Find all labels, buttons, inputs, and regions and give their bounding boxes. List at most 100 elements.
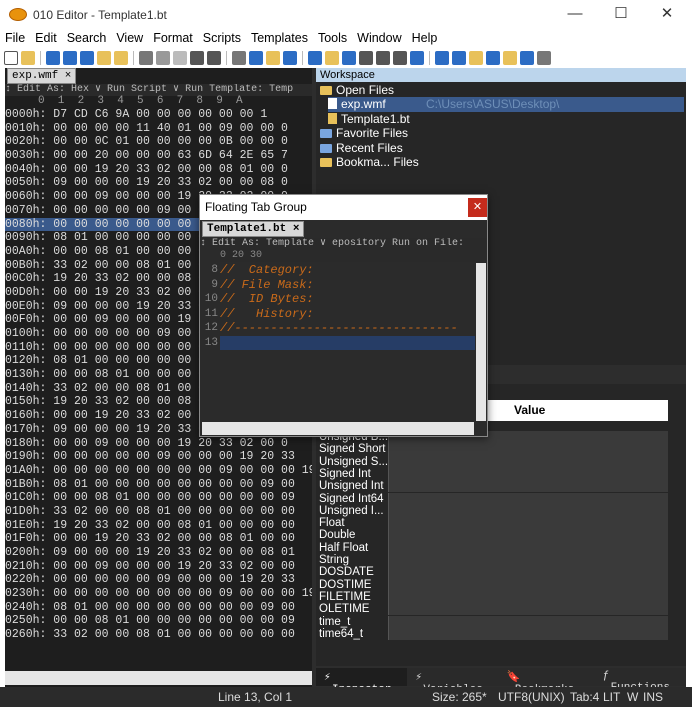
inspector-value-cell[interactable] bbox=[388, 504, 668, 518]
goto-icon[interactable] bbox=[283, 50, 297, 65]
hex-row[interactable]: 01D0h: 33 02 00 00 08 01 00 00 00 00 00 … bbox=[5, 505, 312, 519]
code-line[interactable]: // File Mask: bbox=[220, 278, 475, 293]
inspector-value-cell[interactable] bbox=[388, 578, 668, 591]
tab-exp-wmf[interactable]: exp.wmf × bbox=[7, 68, 77, 84]
inspector-row[interactable]: FILETIME bbox=[316, 590, 668, 604]
inspector-row[interactable]: Unsigned I... bbox=[316, 504, 668, 518]
tab-variables[interactable]: ⚡ Variables bbox=[407, 668, 498, 696]
copy-icon[interactable] bbox=[156, 50, 170, 65]
tree-exp-wmf[interactable]: exp.wmf C:\Users\ASUS\Desktop\ bbox=[328, 97, 684, 112]
minimize-button[interactable]: — bbox=[552, 0, 598, 29]
inspector-row[interactable]: time_t bbox=[316, 615, 668, 628]
find-icon[interactable] bbox=[232, 50, 246, 65]
find-in-files-icon[interactable] bbox=[266, 50, 280, 65]
calculator-icon[interactable] bbox=[435, 50, 449, 65]
new-file-icon[interactable] bbox=[4, 50, 18, 65]
inspector-value-cell[interactable] bbox=[388, 603, 668, 616]
histogram-icon[interactable] bbox=[503, 50, 517, 65]
hex-row[interactable]: 0230h: 00 00 00 00 00 00 00 00 09 00 00 … bbox=[5, 587, 312, 601]
redo-icon[interactable] bbox=[207, 50, 221, 65]
code-line[interactable]: // ID Bytes: bbox=[220, 292, 475, 307]
workspace-icon[interactable] bbox=[114, 50, 128, 65]
inspector-row[interactable]: DOSDATE bbox=[316, 566, 668, 579]
inspector-value-cell[interactable] bbox=[388, 517, 668, 530]
wrap-icon[interactable] bbox=[393, 50, 407, 65]
inspector-row[interactable]: Signed Int64 bbox=[316, 492, 668, 505]
inspector-value-cell[interactable] bbox=[388, 467, 668, 481]
hex-row[interactable]: 0030h: 00 00 20 00 00 00 63 6D 64 2E 65 … bbox=[5, 149, 312, 163]
inspector-value-cell[interactable] bbox=[388, 480, 668, 493]
tab-size[interactable]: Tab:4 bbox=[570, 687, 599, 707]
tree-template1[interactable]: Template1.bt bbox=[328, 112, 410, 127]
hex-row[interactable]: 0210h: 00 00 09 00 00 00 19 20 33 02 00 … bbox=[5, 560, 312, 574]
hex-row[interactable]: 0180h: 00 00 09 00 00 00 19 20 33 02 00 … bbox=[5, 437, 312, 451]
tools-icon[interactable] bbox=[520, 50, 534, 65]
floating-hscrollbar[interactable] bbox=[202, 422, 474, 435]
code-line[interactable]: // Category: bbox=[220, 263, 475, 278]
text-icon[interactable] bbox=[308, 50, 322, 65]
settings-icon[interactable] bbox=[537, 50, 551, 65]
inspector-value-cell[interactable] bbox=[388, 615, 668, 628]
cut-icon[interactable] bbox=[139, 50, 153, 65]
convert-icon[interactable] bbox=[469, 50, 483, 65]
tab-functions[interactable]: ƒ Functions bbox=[595, 668, 686, 694]
sort-icon[interactable] bbox=[486, 50, 500, 65]
highlight-icon[interactable] bbox=[325, 50, 339, 65]
tab-template1[interactable]: Template1.bt × bbox=[202, 221, 305, 237]
undo-icon[interactable] bbox=[190, 50, 204, 65]
tab-inspector[interactable]: ⚡ Inspector bbox=[316, 668, 408, 696]
tab-bookmarks[interactable]: 🔖 Bookmarks bbox=[499, 668, 595, 696]
tree-open-files[interactable]: Open Files bbox=[320, 83, 394, 98]
close-button[interactable]: ✕ bbox=[644, 0, 690, 29]
hex-row[interactable]: 0240h: 08 01 00 00 00 00 00 00 00 00 09 … bbox=[5, 601, 312, 615]
encoding[interactable]: UTF8(UNIX) bbox=[498, 687, 565, 707]
hex-row[interactable]: 0190h: 00 00 00 00 00 09 00 00 00 19 20 … bbox=[5, 450, 312, 464]
inspector-row[interactable]: Unsigned S... bbox=[316, 455, 668, 468]
menu-templates[interactable]: Templates bbox=[246, 31, 313, 45]
hex-row[interactable]: 0220h: 00 00 00 00 00 09 00 00 00 19 20 … bbox=[5, 573, 312, 587]
menu-edit[interactable]: Edit bbox=[30, 31, 62, 45]
inspector-value-cell[interactable] bbox=[388, 455, 668, 468]
open-folder-icon[interactable] bbox=[21, 50, 35, 65]
menu-scripts[interactable]: Scripts bbox=[198, 31, 246, 45]
hex-row[interactable]: 01F0h: 00 00 19 20 33 02 00 00 08 01 00 … bbox=[5, 532, 312, 546]
inspector-row[interactable]: Double bbox=[316, 529, 668, 542]
paste-icon[interactable] bbox=[173, 50, 187, 65]
inspector-value-cell[interactable] bbox=[388, 492, 668, 505]
code-line[interactable]: //------------------------------- bbox=[220, 321, 475, 336]
menu-help[interactable]: Help bbox=[407, 31, 443, 45]
menu-search[interactable]: Search bbox=[62, 31, 112, 45]
menu-file[interactable]: File bbox=[0, 31, 30, 45]
tree-favorite-files[interactable]: Favorite Files bbox=[320, 126, 408, 141]
hex-row[interactable]: 0050h: 09 00 00 00 19 20 33 02 00 00 08 … bbox=[5, 176, 312, 190]
hex-row[interactable]: 01E0h: 19 20 33 02 00 00 08 01 00 00 00 … bbox=[5, 519, 312, 533]
inspector-row[interactable]: DOSTIME bbox=[316, 578, 668, 591]
inspector-value-cell[interactable] bbox=[388, 541, 668, 554]
hex-icon[interactable] bbox=[342, 50, 356, 65]
inspector-value-cell[interactable] bbox=[388, 443, 668, 456]
menu-view[interactable]: View bbox=[111, 31, 148, 45]
hex-row[interactable]: 0010h: 00 00 00 00 11 40 01 00 09 00 00 … bbox=[5, 122, 312, 136]
inspector-value-cell[interactable] bbox=[388, 627, 668, 641]
hex-row[interactable]: 0200h: 09 00 00 00 19 20 33 02 00 00 08 … bbox=[5, 546, 312, 560]
hex-row[interactable]: 0000h: D7 CD C6 9A 00 00 00 00 00 00 1 bbox=[5, 108, 312, 122]
inspector-value-cell[interactable] bbox=[388, 566, 668, 579]
inspector-row[interactable]: Unsigned Int bbox=[316, 480, 668, 493]
inspector-row[interactable]: Half Float bbox=[316, 541, 668, 554]
save-as-icon[interactable] bbox=[63, 50, 77, 65]
inspector-value-cell[interactable] bbox=[388, 529, 668, 542]
tree-recent-files[interactable]: Recent Files bbox=[320, 141, 403, 156]
code-line[interactable]: // History: bbox=[220, 307, 475, 322]
template-edit-bar[interactable]: ↕ Edit As: Template ∨ epository Run on F… bbox=[200, 238, 487, 250]
replace-icon[interactable] bbox=[249, 50, 263, 65]
maximize-button[interactable]: ☐ bbox=[598, 0, 644, 29]
floating-vscrollbar[interactable] bbox=[476, 263, 486, 421]
ruler-icon[interactable] bbox=[410, 50, 424, 65]
hex-row[interactable]: 0260h: 33 02 00 00 08 01 00 00 00 00 00 … bbox=[5, 628, 312, 642]
tree-bookmark-files[interactable]: Bookma... Files bbox=[320, 155, 419, 170]
hex-row[interactable]: 0020h: 00 00 0C 01 00 00 00 00 0B 00 00 … bbox=[5, 135, 312, 149]
menu-window[interactable]: Window bbox=[352, 31, 406, 45]
hex-row[interactable]: 01B0h: 08 01 00 00 00 00 00 00 00 00 09 … bbox=[5, 478, 312, 492]
inspector-row[interactable]: String bbox=[316, 554, 668, 567]
save-all-icon[interactable] bbox=[80, 50, 94, 65]
